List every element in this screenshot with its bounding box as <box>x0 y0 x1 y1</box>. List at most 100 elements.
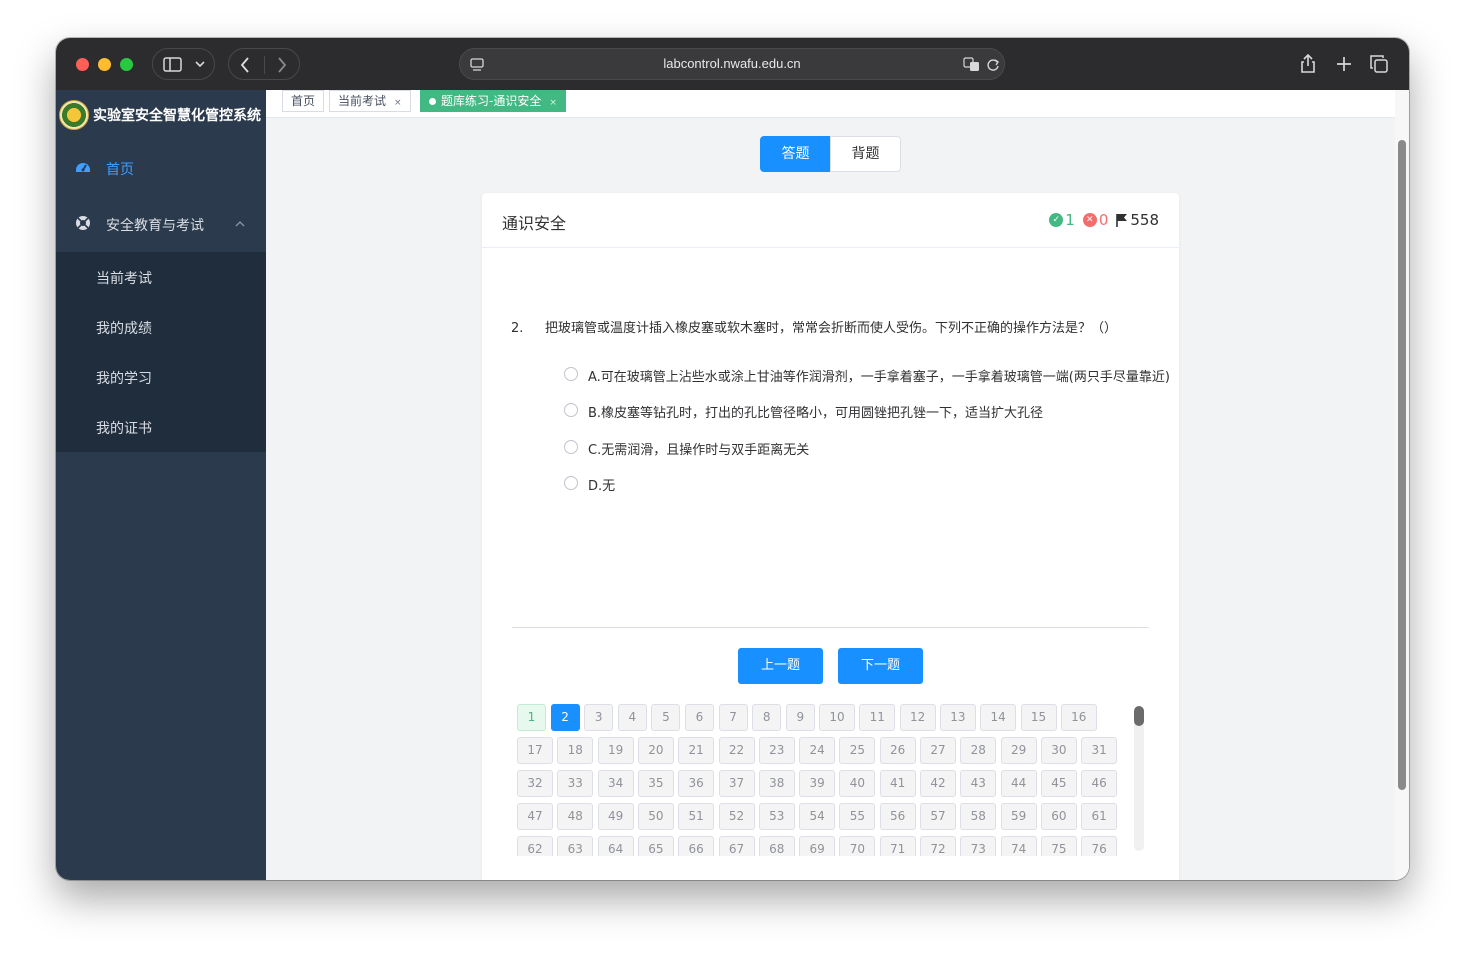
question-number-button[interactable]: 21 <box>678 737 715 764</box>
question-number-button[interactable]: 2 <box>550 704 580 731</box>
question-number-button[interactable]: 56 <box>879 803 916 830</box>
question-number-button[interactable]: 69 <box>799 836 836 856</box>
question-number-button[interactable]: 25 <box>839 737 876 764</box>
question-number-button[interactable]: 6 <box>685 704 714 731</box>
radio-button[interactable] <box>564 367 578 381</box>
question-number-button[interactable]: 42 <box>920 770 956 797</box>
question-number-button[interactable]: 13 <box>939 704 976 731</box>
back-icon[interactable] <box>240 57 250 73</box>
question-number-button[interactable]: 11 <box>859 704 896 731</box>
tag-question-bank-practice[interactable]: 题库练习-通识安全 × <box>420 90 566 112</box>
question-number-button[interactable]: 4 <box>617 704 647 731</box>
question-number-button[interactable]: 46 <box>1081 770 1118 797</box>
question-number-button[interactable]: 15 <box>1020 704 1057 731</box>
question-number-button[interactable]: 14 <box>980 704 1017 731</box>
sidebar-toggle-button[interactable] <box>152 48 215 80</box>
question-number-button[interactable]: 44 <box>1000 770 1037 797</box>
question-number-button[interactable]: 5 <box>651 704 681 731</box>
question-number-button[interactable]: 58 <box>960 803 997 830</box>
address-bar[interactable]: labcontrol.nwafu.edu.cn <box>459 48 1005 80</box>
zoom-window-button[interactable] <box>120 58 133 71</box>
question-number-button[interactable]: 47 <box>517 803 553 830</box>
question-number-button[interactable]: 40 <box>839 770 876 797</box>
tag-current-exam[interactable]: 当前考试 × <box>329 90 411 112</box>
mode-recite-button[interactable]: 背题 <box>830 136 901 172</box>
question-number-button[interactable]: 52 <box>718 803 755 830</box>
question-number-button[interactable]: 61 <box>1081 803 1118 830</box>
question-number-button[interactable]: 62 <box>517 836 553 856</box>
question-number-button[interactable]: 12 <box>899 704 936 731</box>
prev-question-button[interactable]: 上一题 <box>738 648 823 684</box>
question-number-button[interactable]: 10 <box>819 704 855 731</box>
question-number-button[interactable]: 50 <box>637 803 674 830</box>
question-number-button[interactable]: 45 <box>1040 770 1077 797</box>
question-number-button[interactable]: 33 <box>557 770 594 797</box>
question-number-button[interactable]: 24 <box>799 737 836 764</box>
question-number-button[interactable]: 23 <box>758 737 795 764</box>
question-number-button[interactable]: 34 <box>597 770 634 797</box>
question-number-button[interactable]: 22 <box>718 737 755 764</box>
sidebar-item-my-scores[interactable]: 我的成绩 <box>56 302 266 352</box>
question-number-button[interactable]: 29 <box>1000 737 1037 764</box>
question-number-button[interactable]: 3 <box>584 704 614 731</box>
question-number-button[interactable]: 63 <box>557 836 594 856</box>
question-number-button[interactable]: 65 <box>637 836 674 856</box>
question-number-button[interactable]: 20 <box>637 737 674 764</box>
question-number-button[interactable]: 7 <box>718 704 748 731</box>
question-number-button[interactable]: 35 <box>637 770 674 797</box>
question-number-button[interactable]: 28 <box>960 737 997 764</box>
question-number-button[interactable]: 70 <box>839 836 876 856</box>
question-number-button[interactable]: 72 <box>920 836 956 856</box>
question-number-button[interactable]: 16 <box>1060 704 1097 731</box>
question-number-button[interactable]: 60 <box>1040 803 1077 830</box>
question-number-button[interactable]: 32 <box>517 770 553 797</box>
sidebar-item-my-learning[interactable]: 我的学习 <box>56 352 266 402</box>
question-number-button[interactable]: 8 <box>752 704 782 731</box>
next-question-button[interactable]: 下一题 <box>838 648 923 684</box>
question-number-button[interactable]: 30 <box>1040 737 1077 764</box>
question-number-button[interactable]: 49 <box>597 803 634 830</box>
question-number-button[interactable]: 26 <box>879 737 916 764</box>
minimize-window-button[interactable] <box>98 58 111 71</box>
question-number-button[interactable]: 37 <box>718 770 755 797</box>
close-window-button[interactable] <box>76 58 89 71</box>
radio-button[interactable] <box>564 403 578 417</box>
question-number-button[interactable]: 57 <box>920 803 956 830</box>
page-scrollbar[interactable] <box>1395 90 1409 880</box>
question-number-button[interactable]: 27 <box>920 737 956 764</box>
question-number-button[interactable]: 36 <box>678 770 715 797</box>
sidebar-group-safety-education[interactable]: 安全教育与考试 <box>56 196 266 252</box>
close-tag-icon[interactable]: × <box>549 98 557 108</box>
forward-icon[interactable] <box>277 57 287 73</box>
question-number-button[interactable]: 54 <box>799 803 836 830</box>
translate-icon[interactable] <box>963 57 980 72</box>
question-number-button[interactable]: 55 <box>839 803 876 830</box>
sidebar-item-current-exam[interactable]: 当前考试 <box>56 252 266 302</box>
question-number-button[interactable]: 38 <box>758 770 795 797</box>
mode-answer-button[interactable]: 答题 <box>760 136 831 172</box>
close-tag-icon[interactable]: × <box>394 98 402 108</box>
radio-button[interactable] <box>564 476 578 490</box>
question-number-button[interactable]: 19 <box>597 737 634 764</box>
question-number-button[interactable]: 71 <box>879 836 916 856</box>
question-number-button[interactable]: 74 <box>1000 836 1037 856</box>
question-number-button[interactable]: 39 <box>799 770 836 797</box>
question-number-button[interactable]: 67 <box>718 836 755 856</box>
tag-home[interactable]: 首页 <box>282 90 325 112</box>
question-number-button[interactable]: 68 <box>758 836 795 856</box>
question-number-button[interactable]: 43 <box>960 770 997 797</box>
grid-scrollbar[interactable] <box>1134 706 1144 851</box>
share-icon[interactable] <box>1300 54 1316 74</box>
sidebar-item-home[interactable]: 首页 <box>56 140 266 196</box>
question-number-button[interactable]: 66 <box>678 836 715 856</box>
radio-button[interactable] <box>564 440 578 454</box>
reload-icon[interactable] <box>986 58 1000 72</box>
question-number-button[interactable]: 64 <box>597 836 634 856</box>
question-number-button[interactable]: 59 <box>1000 803 1037 830</box>
tab-overview-icon[interactable] <box>1370 55 1388 73</box>
question-number-button[interactable]: 1 <box>517 704 546 731</box>
question-number-button[interactable]: 17 <box>517 737 553 764</box>
question-number-button[interactable]: 18 <box>557 737 594 764</box>
question-number-button[interactable]: 53 <box>758 803 795 830</box>
question-number-button[interactable]: 31 <box>1081 737 1118 764</box>
